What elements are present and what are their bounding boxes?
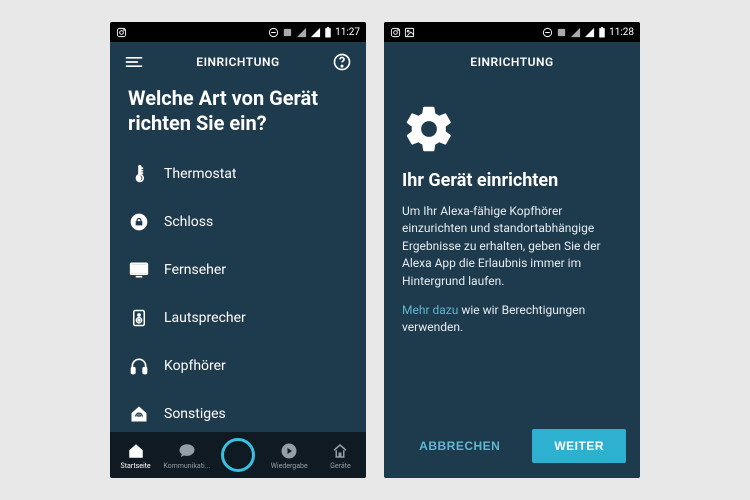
nav-alexa[interactable] (212, 432, 263, 478)
device-label: Sonstiges (164, 406, 226, 422)
nav-play[interactable]: Wiedergabe (264, 432, 315, 478)
device-label: Fernseher (164, 262, 226, 278)
status-time: 11:28 (609, 27, 634, 38)
nav-home[interactable]: Startseite (110, 432, 161, 478)
menu-icon (124, 52, 144, 72)
other-icon (128, 403, 150, 425)
devices-icon (330, 441, 350, 461)
bottom-nav: Startseite Kommunikati... Wiedergabe Ger… (110, 432, 366, 478)
headphones-icon (128, 355, 150, 377)
body-text: Um Ihr Alexa-fähige Kopfhörer einzuricht… (402, 203, 622, 290)
chat-icon (177, 441, 197, 461)
screen-device-type: 11:27 EINRICHTUNG Welche Art von Gerät r… (110, 22, 366, 478)
nav-communication[interactable]: Kommunikati... (161, 432, 212, 478)
thermometer-icon (128, 163, 150, 185)
home-icon (126, 441, 146, 461)
device-speaker[interactable]: Lautsprecher (128, 294, 348, 342)
signal-icon-2 (310, 27, 321, 38)
status-bar: 11:28 (384, 22, 640, 42)
heading: Welche Art von Gerät richten Sie ein? (128, 86, 348, 136)
device-headphones[interactable]: Kopfhörer (128, 342, 348, 390)
device-label: Schloss (164, 214, 213, 230)
device-other[interactable]: Sonstiges (128, 390, 348, 432)
content-area: Welche Art von Gerät richten Sie ein? Th… (110, 82, 366, 432)
topbar: EINRICHTUNG (384, 42, 640, 82)
device-thermostat[interactable]: Thermostat (128, 150, 348, 198)
instagram-icon (390, 27, 401, 38)
body-text-2: Mehr dazu wie wir Berechtigungen verwend… (402, 302, 622, 337)
footer-buttons: ABBRECHEN WEITER (384, 424, 640, 478)
heading: Ihr Gerät einrichten (402, 170, 622, 191)
battery-icon (324, 27, 332, 38)
help-icon (332, 52, 352, 72)
alexa-icon (221, 438, 255, 472)
play-icon (279, 441, 299, 461)
nfc-icon (556, 27, 567, 38)
help-button[interactable] (330, 50, 354, 74)
instagram-icon (116, 27, 127, 38)
device-label: Kopfhörer (164, 358, 226, 374)
dnd-icon (542, 27, 553, 38)
device-tv[interactable]: Fernseher (128, 246, 348, 294)
nav-label: Wiedergabe (271, 462, 308, 470)
dnd-icon (268, 27, 279, 38)
image-icon (404, 27, 415, 38)
device-lock[interactable]: Schloss (128, 198, 348, 246)
nav-label: Kommunikati... (163, 462, 210, 470)
device-list: Thermostat Schloss Fernseher Lautspreche… (128, 150, 348, 432)
screen-device-setup: 11:28 EINRICHTUNG Ihr Gerät einrichten U… (384, 22, 640, 478)
device-label: Lautsprecher (164, 310, 246, 326)
battery-icon (598, 27, 606, 38)
learn-more-link[interactable]: Mehr dazu (402, 303, 458, 317)
signal-icon (570, 27, 581, 38)
content-area: Ihr Gerät einrichten Um Ihr Alexa-fähige… (384, 82, 640, 424)
next-button[interactable]: WEITER (532, 429, 626, 463)
cancel-button[interactable]: ABBRECHEN (397, 429, 522, 463)
nfc-icon (282, 27, 293, 38)
page-title: EINRICHTUNG (420, 55, 604, 69)
nav-label: Startseite (121, 462, 151, 470)
menu-button[interactable] (122, 50, 146, 74)
topbar: EINRICHTUNG (110, 42, 366, 82)
gear-icon (402, 102, 456, 156)
signal-icon-2 (584, 27, 595, 38)
status-time: 11:27 (335, 27, 360, 38)
nav-label: Geräte (330, 462, 351, 470)
tv-icon (128, 259, 150, 281)
signal-icon (296, 27, 307, 38)
status-bar: 11:27 (110, 22, 366, 42)
speaker-icon (128, 307, 150, 329)
page-title: EINRICHTUNG (146, 55, 330, 69)
device-label: Thermostat (164, 166, 237, 182)
nav-devices[interactable]: Geräte (315, 432, 366, 478)
lock-icon (128, 211, 150, 233)
